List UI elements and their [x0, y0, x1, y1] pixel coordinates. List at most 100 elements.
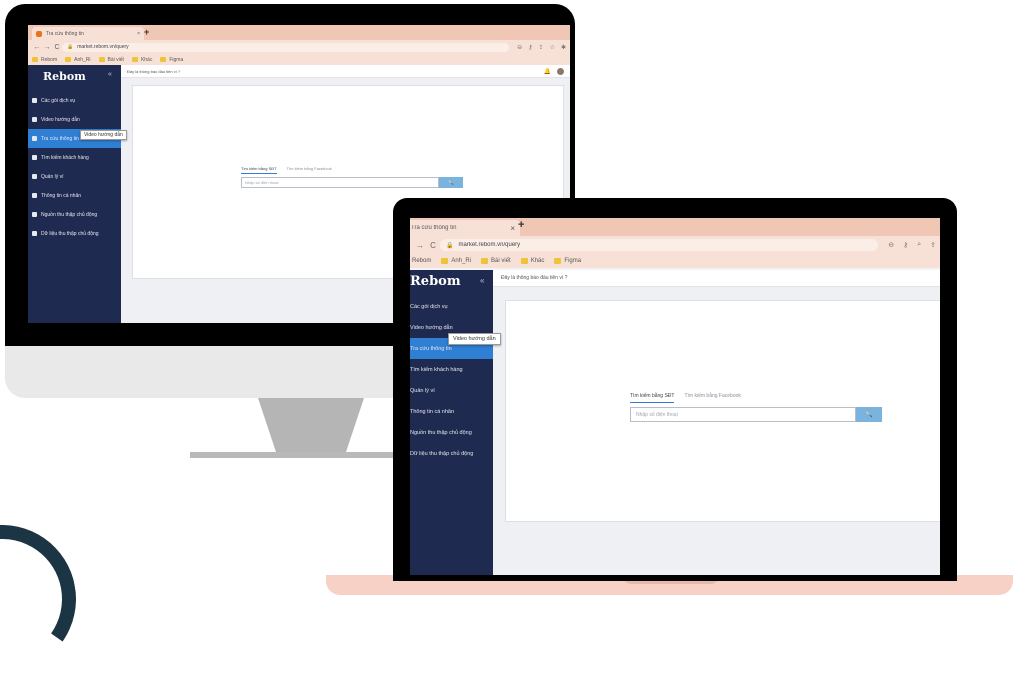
search-card: Tìm kiếm bằng SĐT Tìm kiếm bằng Facebook… — [505, 300, 940, 522]
tab-title: Tra cứu thông tin — [411, 225, 457, 231]
search-tabs: Tìm kiếm bằng SĐT Tìm kiếm bằng Facebook — [241, 166, 332, 174]
folder-icon — [32, 57, 38, 62]
folder-icon — [131, 57, 138, 62]
key-icon[interactable]: ⚷ — [528, 44, 532, 51]
rebom-logo: Rebom — [410, 274, 461, 289]
forward-icon[interactable]: → — [42, 44, 52, 51]
menu-item-customer-search[interactable]: Tìm kiếm khách hàng — [410, 359, 493, 380]
bookmarks-bar: Rebom Anh_Ri Bài viết Khác Figma — [28, 54, 570, 65]
phone-search-input[interactable]: Nhập số điện thoại — [241, 177, 439, 188]
menu-item-videos[interactable]: Video hướng dẫn — [28, 110, 121, 129]
url-field[interactable]: 🔒 market.rebom.vn/query — [62, 42, 510, 52]
sidebar-menu: Các gói dịch vụ Video hướng dẫn Tra cứu … — [410, 296, 493, 464]
document-icon — [32, 136, 37, 141]
collapse-sidebar-icon[interactable]: « — [480, 276, 484, 285]
tab-search-phone[interactable]: Tìm kiếm bằng SĐT — [241, 166, 277, 174]
top-bar: Đây là thông báo đầu tiên ví ? 🔔 — [121, 65, 570, 78]
folder-icon — [481, 258, 489, 264]
laptop-screen: Tra cứu thông tin × + → C 🔒 market.rebom… — [410, 218, 940, 575]
tab-search-facebook[interactable]: Tìm kiếm bằng Facebook — [287, 166, 332, 174]
users-icon — [32, 155, 37, 160]
reload-icon[interactable]: C — [426, 241, 440, 250]
search-tabs: Tìm kiếm bằng SĐT Tìm kiếm bằng Facebook — [630, 393, 741, 403]
avatar[interactable] — [557, 67, 564, 75]
bookmark-anh-ri[interactable]: Anh_Ri — [65, 57, 91, 63]
phone-search-input[interactable]: Nhập số điện thoại — [630, 407, 856, 422]
decorative-arc — [0, 513, 88, 685]
folder-icon — [65, 57, 72, 62]
top-bar: Đây là thông báo đầu tiên ví ? — [493, 270, 940, 287]
new-tab-button[interactable]: + — [144, 27, 149, 37]
address-bar: ← → C 🔒 market.rebom.vn/query ⊖ ⚷ ⇪ ☆ ✱ — [28, 40, 570, 54]
tab-close-icon[interactable]: × — [510, 224, 515, 233]
tab-title: Tra cứu thông tin — [46, 30, 84, 37]
url-field[interactable]: 🔒 market.rebom.vn/query — [440, 239, 879, 251]
favicon-icon — [36, 30, 42, 37]
folder-icon — [554, 258, 562, 264]
bookmark-rebom[interactable]: Rebom — [32, 57, 57, 63]
folder-icon — [98, 57, 105, 62]
menu-item-packages[interactable]: Các gói dịch vụ — [28, 91, 121, 110]
search-row: Nhập số điện thoại 🔍 — [241, 177, 463, 188]
menu-item-wallet[interactable]: Quản lý ví — [410, 380, 493, 401]
key-icon[interactable]: ⚷ — [903, 241, 908, 249]
bookmark-bai-viet[interactable]: Bài viết — [481, 258, 511, 264]
tab-search-facebook[interactable]: Tìm kiếm bằng Facebook — [684, 393, 740, 403]
zoom-icon[interactable]: ⊖ — [517, 44, 522, 51]
back-icon[interactable]: ← — [32, 44, 42, 51]
bookmark-figma[interactable]: Figma — [554, 258, 581, 264]
bookmark-rebom[interactable]: Rebom — [412, 258, 431, 264]
bookmark-khac[interactable]: Khác — [520, 258, 544, 264]
menu-item-wallet[interactable]: Quản lý ví — [28, 167, 121, 186]
menu-item-collected-data[interactable]: Dữ liệu thu thập chủ động — [28, 224, 121, 243]
browser-tab[interactable]: Tra cứu thông tin × — [410, 220, 520, 236]
grid-icon — [32, 98, 37, 103]
collapse-sidebar-icon[interactable]: « — [108, 71, 112, 78]
tab-search-phone[interactable]: Tìm kiếm bằng SĐT — [630, 393, 675, 403]
bookmark-khac[interactable]: Khác — [131, 57, 152, 63]
search-row: Nhập số điện thoại 🔍 — [630, 407, 882, 422]
sidebar: Rebom « Các gói dịch vụ Video hướng dẫn … — [410, 270, 493, 575]
browser-tab[interactable]: Tra cứu thông tin × — [32, 27, 144, 40]
zoom-icon[interactable]: ⊖ — [888, 241, 894, 249]
extension-icons: ⊖ ⚷ ⌕ ⇪ — [888, 241, 936, 249]
menu-item-sources[interactable]: Nguồn thu thập chủ động — [28, 205, 121, 224]
monitor-base — [190, 452, 395, 458]
menu-item-sources[interactable]: Nguồn thu thập chủ động — [410, 422, 493, 443]
extensions-icon[interactable]: ✱ — [561, 44, 566, 51]
rebom-logo: Rebom — [43, 70, 86, 83]
menu-item-collected-data[interactable]: Dữ liệu thu thập chủ động — [410, 443, 493, 464]
monitor-stand — [258, 398, 364, 452]
database-icon — [32, 231, 37, 236]
bell-icon[interactable]: 🔔 — [544, 68, 551, 75]
share-icon[interactable]: ⇪ — [930, 241, 936, 249]
folder-icon — [441, 258, 449, 264]
reload-icon[interactable]: C — [52, 44, 62, 51]
tooltip: Video hướng dẫn — [448, 333, 501, 345]
menu-item-profile[interactable]: Thông tin cá nhân — [28, 186, 121, 205]
browser-tab-strip: Tra cứu thông tin × + — [410, 218, 940, 236]
menu-item-profile[interactable]: Thông tin cá nhân — [410, 401, 493, 422]
search-button[interactable]: 🔍 — [856, 407, 882, 422]
bookmark-figma[interactable]: Figma — [160, 57, 183, 63]
lock-icon: 🔒 — [446, 242, 454, 249]
menu-item-packages[interactable]: Các gói dịch vụ — [410, 296, 493, 317]
search-button[interactable]: 🔍 — [439, 177, 463, 188]
bookmark-anh-ri[interactable]: Anh_Ri — [441, 258, 471, 264]
lock-icon: 🔒 — [67, 44, 74, 50]
notification-text: Đây là thông báo đầu tiên ví ? — [127, 68, 181, 74]
extension-icons: ⊖ ⚷ ⇪ ☆ ✱ — [517, 44, 566, 51]
video-icon — [32, 117, 37, 122]
tab-close-icon[interactable]: × — [137, 31, 140, 37]
menu-item-customer-search[interactable]: Tìm kiếm khách hàng — [28, 148, 121, 167]
new-tab-button[interactable]: + — [518, 219, 524, 231]
sidebar-menu: Các gói dịch vụ Video hướng dẫn Tra cứu … — [28, 91, 121, 243]
bookmarks-bar: Rebom Anh_Ri Bài viết Khác Figma — [410, 254, 940, 268]
url-text: market.rebom.vn/query — [77, 44, 129, 50]
forward-icon[interactable]: → — [414, 241, 426, 250]
share-icon[interactable]: ⇪ — [539, 44, 544, 51]
sidebar: Rebom « Các gói dịch vụ Video hướng dẫn … — [28, 65, 121, 323]
star-icon[interactable]: ☆ — [550, 44, 555, 51]
bookmark-bai-viet[interactable]: Bài viết — [98, 57, 124, 63]
search-icon[interactable]: ⌕ — [917, 241, 921, 249]
